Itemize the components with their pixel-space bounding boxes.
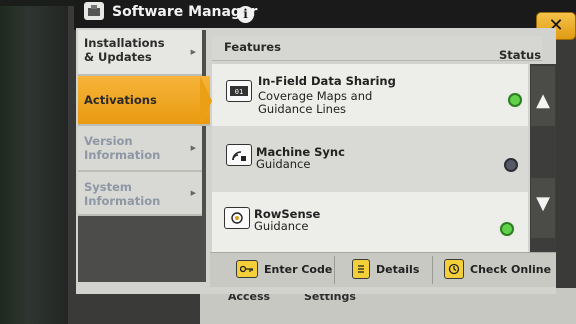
- enter-code-label: Enter Code: [264, 262, 333, 276]
- sidebar-item-label: System Information: [84, 180, 161, 208]
- status-indicator-active: [502, 224, 512, 234]
- check-online-button[interactable]: Check Online: [444, 254, 551, 284]
- scroll-up-button[interactable]: ▲: [531, 66, 555, 126]
- sidebar-item-label: Installations & Updates: [84, 36, 165, 64]
- sidebar-item-system-information[interactable]: System Information ▶: [78, 172, 202, 216]
- feature-description: Guidance: [256, 157, 311, 171]
- document-icon: [352, 259, 370, 279]
- machine-sync-icon: [226, 144, 252, 166]
- data-sharing-icon: 01: [226, 80, 252, 102]
- feature-name: In-Field Data Sharing: [258, 74, 396, 88]
- chevron-right-icon: ▶: [190, 48, 196, 56]
- sidebar-item-label: Version Information: [84, 134, 161, 162]
- svg-text:01: 01: [235, 88, 243, 96]
- status-indicator-inactive: [506, 160, 516, 170]
- check-online-icon: [444, 259, 464, 279]
- active-tab-pointer: [200, 76, 212, 126]
- features-column-header: Features: [224, 40, 281, 54]
- enter-code-button[interactable]: Enter Code: [236, 254, 332, 284]
- feature-description: Guidance: [254, 219, 309, 233]
- sidebar-item-installations-updates[interactable]: Installations & Updates ▶: [78, 30, 202, 76]
- footer-divider: [334, 256, 335, 284]
- scroll-down-button[interactable]: ▼: [531, 178, 555, 238]
- sidebar-empty-area: [78, 214, 202, 282]
- footer-divider: [432, 256, 433, 284]
- display-bezel: [0, 0, 70, 324]
- details-button[interactable]: Details: [352, 254, 419, 284]
- rowsense-icon: [224, 207, 250, 229]
- chevron-right-icon: ▶: [190, 189, 196, 197]
- status-column-header: Status: [499, 48, 542, 62]
- info-icon[interactable]: i: [237, 6, 254, 23]
- sidebar-item-activations[interactable]: Activations: [78, 76, 210, 126]
- chevron-right-icon: ▶: [190, 144, 196, 152]
- key-icon: [236, 260, 258, 278]
- details-label: Details: [376, 262, 420, 276]
- status-indicator-active: [510, 95, 520, 105]
- window-title: Software Manager: [112, 4, 258, 20]
- check-online-label: Check Online: [470, 262, 552, 276]
- sidebar-item-label: Activations: [84, 93, 157, 107]
- software-manager-icon: [84, 2, 104, 20]
- sidebar-item-version-information[interactable]: Version Information ▶: [78, 126, 202, 172]
- feature-description: Coverage Maps and Guidance Lines: [258, 89, 373, 116]
